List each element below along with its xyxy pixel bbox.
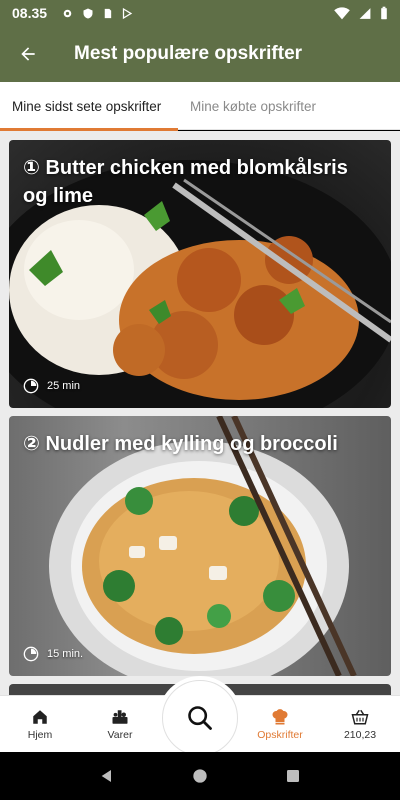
status-bar: 08.35 [0, 0, 400, 26]
settings-icon [63, 9, 72, 17]
nav-home[interactable]: Hjem [0, 696, 80, 752]
nav-recipes[interactable]: Opskrifter [240, 696, 320, 752]
nav-search[interactable] [160, 680, 240, 756]
nav-basket[interactable]: 210,23 [320, 696, 400, 752]
nav-home-label: Hjem [27, 728, 53, 741]
recipe-title: ① Butter chicken med blomkålsris og lime [23, 157, 348, 207]
battery-icon [381, 6, 387, 20]
tab-bar: Mine sidst sete opskrifter Mine købte op… [0, 82, 400, 131]
system-navigation-bar [0, 752, 400, 800]
recipe-list: ① Butter chicken med blomkålsris og lime… [0, 131, 400, 695]
nav-basket-total: 210,23 [343, 728, 377, 741]
home-circle-icon[interactable] [192, 768, 208, 784]
wifi-icon [334, 6, 350, 19]
recipe-time-label: 25 min [47, 380, 81, 392]
shield-icon [83, 8, 93, 18]
back-triangle-icon[interactable] [99, 768, 115, 784]
search-icon [188, 706, 212, 730]
sd-card-icon [104, 8, 112, 18]
recipe-card[interactable]: ① Butter chicken med blomkålsris og lime… [9, 140, 391, 408]
app-bar: Mest populære opskrifter [0, 26, 400, 82]
recipe-time: 25 min [23, 378, 80, 394]
status-icons [61, 7, 133, 20]
recipe-time-label: 15 min. [47, 648, 84, 660]
groceries-icon [112, 709, 128, 724]
tab-purchased[interactable]: Mine købte opskrifter [178, 82, 328, 130]
status-time: 08.35 [12, 5, 48, 21]
arrow-back-icon [21, 47, 35, 61]
tab-label: Mine købte opskrifter [190, 98, 317, 114]
bottom-navigation: Hjem Varer Opskrifter 210,23 [0, 680, 400, 756]
chef-hat-icon [272, 708, 288, 724]
search-button[interactable] [162, 680, 238, 756]
signal-icon [359, 7, 371, 19]
recipe-title: ② Nudler med kylling og broccoli [23, 433, 338, 455]
tab-recently-viewed[interactable]: Mine sidst sete opskrifter [0, 82, 178, 131]
page-title: Mest populære opskrifter [74, 43, 303, 64]
clock-icon [23, 646, 39, 662]
play-store-icon [122, 7, 133, 19]
basket-icon [351, 709, 369, 724]
status-right [334, 6, 388, 20]
recipe-card[interactable]: ② Nudler med kylling og broccoli 15 min. [9, 416, 391, 676]
recipe-time: 15 min. [23, 646, 83, 662]
nav-products[interactable]: Varer [80, 696, 160, 752]
nav-products-label: Varer [107, 728, 133, 741]
home-icon [33, 709, 47, 724]
recents-square-icon[interactable] [285, 768, 301, 784]
back-button[interactable] [0, 26, 56, 82]
clock-icon [23, 378, 39, 394]
nav-recipes-label: Opskrifter [257, 728, 303, 741]
tab-label: Mine sidst sete opskrifter [12, 98, 162, 114]
